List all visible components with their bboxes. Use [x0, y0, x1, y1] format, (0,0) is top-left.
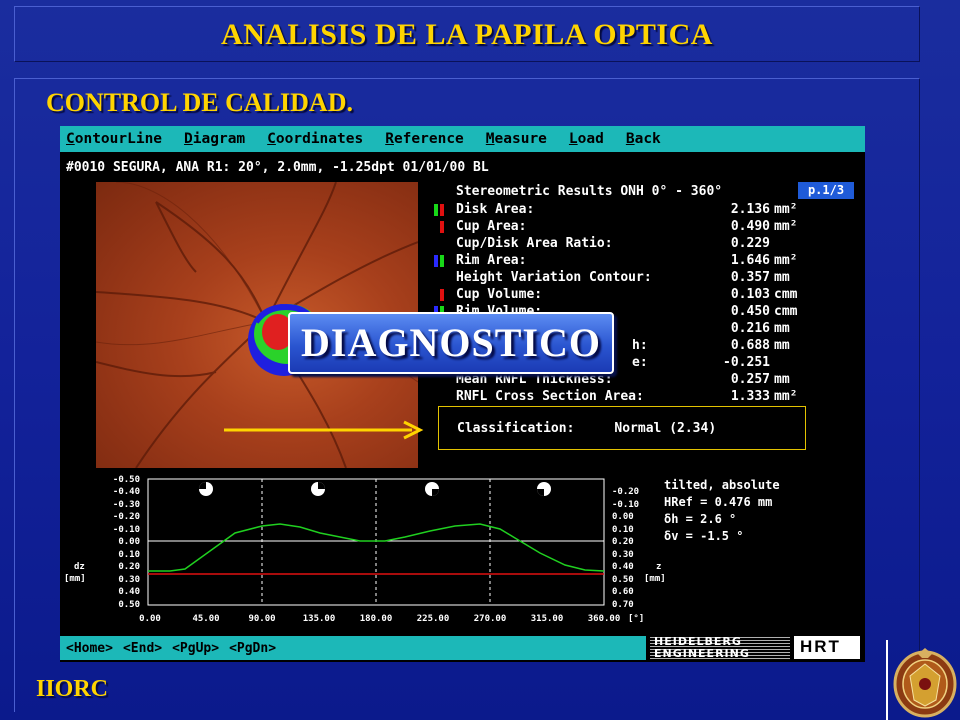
result-row: Disk Area: 2.136 mm² — [434, 202, 860, 218]
hrt-footer-bar: <Home> <End> <PgUp> <PgDn> — [60, 636, 646, 660]
menu-contourline[interactable]: ContourLine — [66, 131, 162, 147]
quadrant-icons — [199, 482, 551, 496]
svg-text:-0.10: -0.10 — [113, 525, 140, 535]
svg-text:0.00: 0.00 — [139, 614, 161, 624]
x-unit: [°] — [628, 614, 644, 624]
hrt-screenshot: ContourLine Diagram Coordinates Referenc… — [60, 126, 865, 662]
svg-text:-0.10: -0.10 — [612, 500, 639, 510]
patient-info: #0010 SEGURA, ANA R1: 20°, 2.0mm, -1.25d… — [66, 160, 489, 175]
result-row: RNFL Cross Section Area: 1.333 mm² — [456, 389, 798, 404]
right-unit: [mm] — [644, 574, 666, 584]
svg-text:δh = 2.6 °: δh = 2.6 ° — [664, 512, 736, 526]
page-indicator[interactable]: p.1/3 — [798, 182, 854, 199]
left-unit: dz — [74, 562, 85, 572]
svg-text:0.50: 0.50 — [118, 600, 140, 610]
marker-icon — [434, 204, 448, 216]
right-unit: z — [656, 562, 661, 572]
svg-text:0.30: 0.30 — [118, 575, 140, 585]
key-home[interactable]: <Home> — [66, 641, 113, 656]
marker-icon — [434, 255, 448, 267]
left-unit: [mm] — [64, 574, 86, 584]
marker-icon — [434, 289, 448, 301]
arrow-icon — [224, 420, 424, 440]
svg-text:0.00: 0.00 — [612, 512, 634, 522]
menu-diagram[interactable]: Diagram — [184, 131, 245, 147]
svg-text:-0.40: -0.40 — [113, 487, 140, 497]
svg-text:135.00: 135.00 — [303, 614, 336, 624]
svg-text:-0.20: -0.20 — [612, 487, 639, 497]
menu-load[interactable]: Load — [569, 131, 604, 147]
contour-profile-plot: -0.50 -0.40 -0.30 -0.20 -0.10 0.00 0.10 … — [60, 471, 865, 636]
menu-measure[interactable]: Measure — [486, 131, 547, 147]
menu-back[interactable]: Back — [626, 131, 661, 147]
result-row: Height Variation Contour: 0.357 mm — [456, 270, 790, 285]
svg-text:0.10: 0.10 — [118, 550, 140, 560]
svg-text:225.00: 225.00 — [417, 614, 450, 624]
classification: Classification: Normal (2.34) — [457, 421, 716, 436]
result-row: Rim Area: 1.646 mm² — [434, 253, 860, 269]
results-title: Stereometric Results ONH 0° - 360° — [456, 184, 723, 199]
heidelberg-logo: HEIDELBERG ENGINEERING HRT — [650, 634, 862, 660]
svg-text:90.00: 90.00 — [248, 614, 275, 624]
result-row: Cup/Disk Area Ratio: 0.229 — [456, 236, 770, 251]
svg-text:270.00: 270.00 — [474, 614, 507, 624]
svg-text:-0.50: -0.50 — [113, 475, 140, 485]
plot-info: tilted, absolute HRef = 0.476 mm δh = 2.… — [664, 478, 780, 543]
key-pgup[interactable]: <PgUp> — [172, 641, 219, 656]
result-row: Mean RNFL Thickness: 0.257 mm — [456, 372, 790, 387]
svg-text:0.20: 0.20 — [612, 537, 634, 547]
menu-reference[interactable]: Reference — [385, 131, 464, 147]
svg-text:0.30: 0.30 — [612, 550, 634, 560]
svg-text:δv = -1.5 °: δv = -1.5 ° — [664, 529, 743, 543]
marker-icon — [434, 221, 448, 233]
svg-text:-0.20: -0.20 — [113, 512, 140, 522]
section-title: CONTROL DE CALIDAD. — [46, 88, 353, 117]
svg-text:0.60: 0.60 — [612, 587, 634, 597]
svg-text:0.10: 0.10 — [612, 525, 634, 535]
classification-value: Normal (2.34) — [614, 421, 717, 436]
key-pgdn[interactable]: <PgDn> — [229, 641, 276, 656]
svg-text:0.40: 0.40 — [118, 587, 140, 597]
footer-label: IIORC — [36, 676, 109, 702]
diagnostic-button[interactable]: DIAGNOSTICO — [288, 312, 614, 374]
slide-title: ANALISIS DE LA PAPILA OPTICA — [221, 18, 713, 51]
svg-text:45.00: 45.00 — [192, 614, 219, 624]
x-axis: 0.00 45.00 90.00 135.00 180.00 225.00 27… — [139, 614, 620, 624]
right-axis: -0.20 -0.10 0.00 0.10 0.20 0.30 0.40 0.5… — [612, 487, 639, 610]
menu-coordinates[interactable]: Coordinates — [267, 131, 363, 147]
svg-text:HRef = 0.476 mm: HRef = 0.476 mm — [664, 495, 772, 509]
left-axis: -0.50 -0.40 -0.30 -0.20 -0.10 0.00 0.10 … — [113, 475, 140, 610]
svg-text:tilted, absolute: tilted, absolute — [664, 478, 780, 492]
svg-text:0.40: 0.40 — [612, 562, 634, 572]
classification-label: Classification: — [457, 421, 575, 436]
svg-text:0.00: 0.00 — [118, 537, 140, 547]
classification-box: Classification: Normal (2.34) — [438, 406, 806, 450]
svg-text:0.50: 0.50 — [612, 575, 634, 585]
svg-text:315.00: 315.00 — [531, 614, 564, 624]
university-seal-icon — [893, 648, 957, 718]
result-row: Cup Volume: 0.103 cmm — [440, 287, 860, 303]
result-row: Cup Area: 0.490 mm² — [440, 219, 860, 235]
hrt-logo-mark: HRT — [800, 637, 841, 656]
hrt-menubar: ContourLine Diagram Coordinates Referenc… — [60, 126, 865, 152]
svg-text:0.70: 0.70 — [612, 600, 634, 610]
svg-text:0.20: 0.20 — [118, 562, 140, 572]
svg-text:180.00: 180.00 — [360, 614, 393, 624]
divider — [886, 640, 888, 720]
svg-text:-0.30: -0.30 — [113, 500, 140, 510]
svg-text:360.00: 360.00 — [588, 614, 621, 624]
key-end[interactable]: <End> — [123, 641, 162, 656]
